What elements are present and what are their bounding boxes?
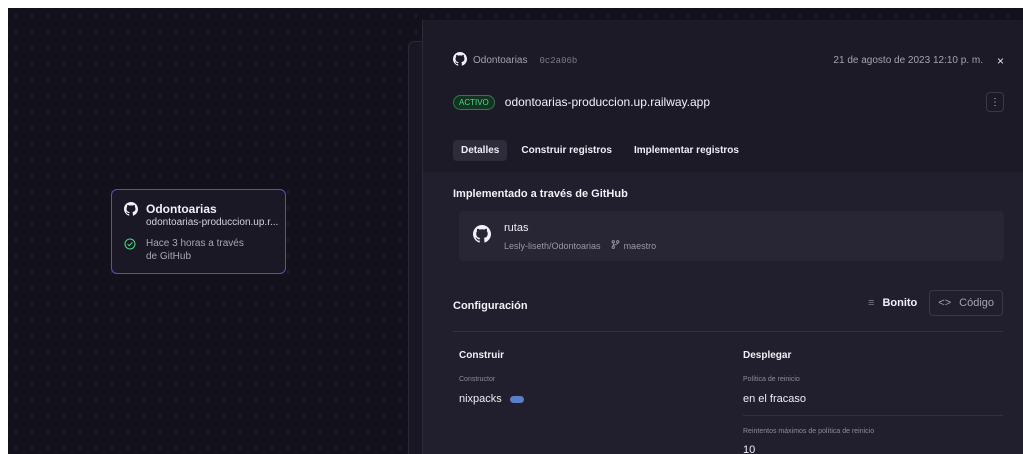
deploy-timestamp: 21 de agosto de 2023 12:10 p. m. [833,55,983,66]
max-retries-label: Reintentos máximos de política de reinic… [743,428,875,435]
panel-header: Odontoarias 0c2a06b 21 de agosto de 2023… [423,20,1023,165]
commit-hash[interactable]: 0c2a06b [539,56,577,66]
config-view-toggle: ≡ Bonito <> Código [862,290,1003,316]
pretty-view-button[interactable]: ≡ Bonito [862,292,923,314]
branch-name: maestro [623,240,657,251]
tab-build-logs[interactable]: Construir registros [513,140,620,161]
nixpacks-icon [509,395,524,403]
github-icon [473,225,491,248]
service-link[interactable]: Odontoarias [473,55,527,66]
deploy-status: Hace 3 horas a través de GitHub [146,238,244,262]
list-icon: ≡ [868,297,875,309]
check-circle-icon [124,237,136,255]
code-view-button[interactable]: <> Código [929,290,1003,316]
deploy-heading: Desplegar [743,350,792,361]
tab-deploy-logs[interactable]: Implementar registros [626,140,747,161]
code-icon: <> [938,297,952,309]
repo-link[interactable]: Lesly-liseth/Odontoarias [504,241,601,251]
build-heading: Construir [459,350,504,361]
restart-policy-value: en el fracaso [743,393,806,405]
builder-label: Constructor [459,376,496,383]
commit-message: rutas [504,222,529,234]
commit-card[interactable]: rutas Lesly-liseth/Odontoarias maestro [459,211,1004,261]
tab-details[interactable]: Detalles [453,140,508,161]
builder-value-text: nixpacks [459,393,502,405]
github-icon [453,52,467,69]
max-retries-value: 10 [743,444,756,454]
service-url: odontoarias-produccion.up.r... [146,217,279,228]
builder-value: nixpacks [459,393,524,405]
status-badge: ACTIVO [453,94,495,110]
project-canvas[interactable]: Odontoarias odontoarias-produccion.up.r.… [8,8,1023,454]
pretty-view-label: Bonito [882,297,918,309]
restart-policy-label: Política de reinicio [743,376,800,383]
close-icon[interactable]: × [997,54,1004,68]
panel-tabs: Detalles Construir registros Implementar… [453,140,747,161]
divider [743,415,1003,416]
divider [453,331,1003,332]
branch-icon [611,240,620,251]
configuration-title: Configuración [453,300,528,312]
service-title: Odontoarias [146,202,217,216]
domain-link[interactable]: odontoarias-produccion.up.railway.app [505,95,710,109]
deployed-via-title: Implementado a través de GitHub [453,188,628,200]
deployment-detail-panel: Odontoarias 0c2a06b 21 de agosto de 2023… [422,20,1023,454]
more-options-icon[interactable]: ⋮ [986,92,1004,112]
service-card[interactable]: Odontoarias odontoarias-produccion.up.r.… [111,189,286,274]
github-icon [124,202,138,221]
code-view-label: Código [959,297,994,309]
